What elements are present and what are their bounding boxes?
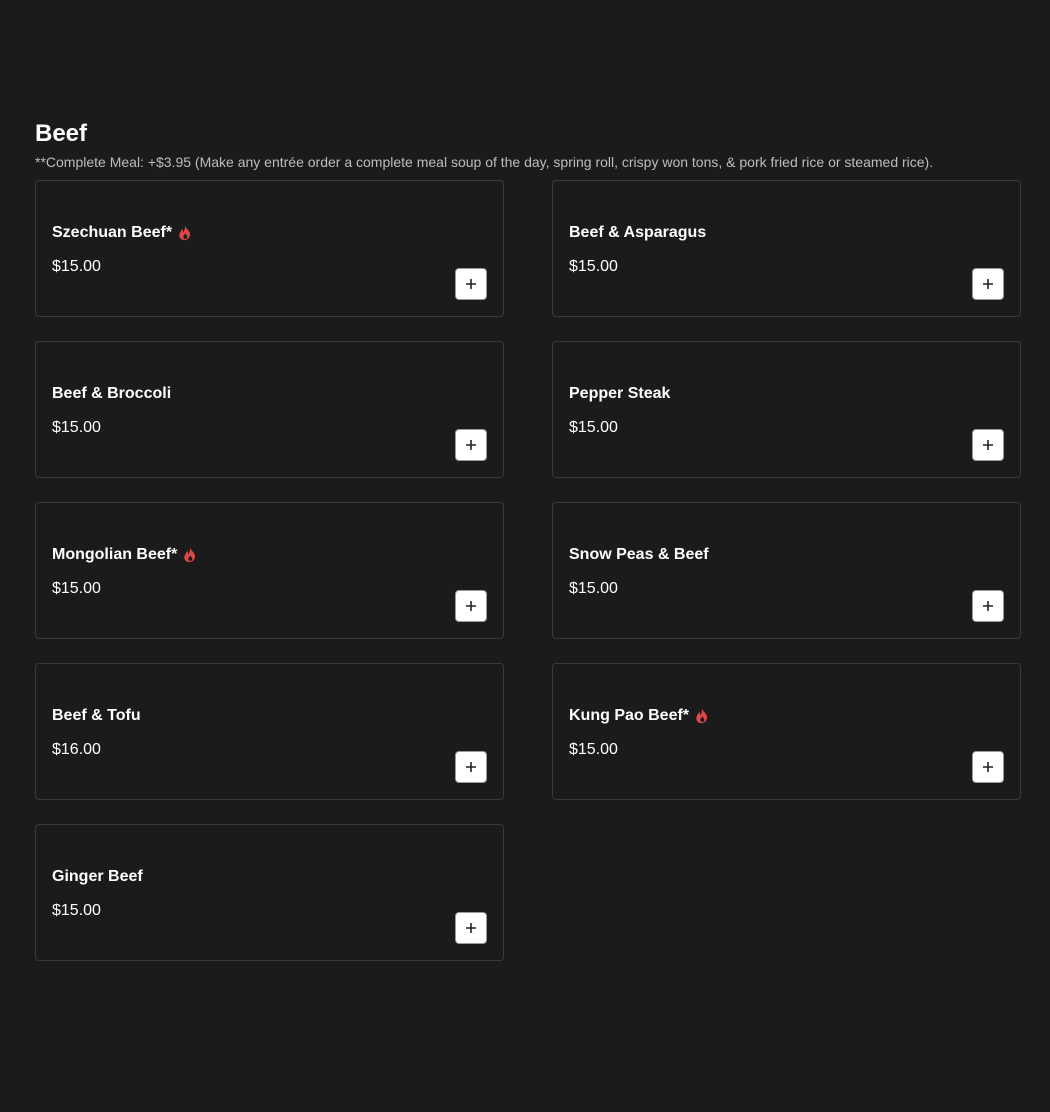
menu-item-name: Pepper Steak	[569, 385, 671, 402]
plus-icon	[466, 601, 476, 611]
menu-item-price: $15.00	[52, 258, 101, 275]
menu-item-card[interactable]: Snow Peas & Beef $15.00	[552, 502, 1021, 639]
menu-item-card[interactable]: Beef & Broccoli $15.00	[35, 341, 504, 478]
menu-item-title: Ginger Beef	[52, 867, 143, 887]
menu-item-name: Mongolian Beef*	[52, 546, 178, 563]
menu-item-title: Szechuan Beef*	[52, 223, 192, 243]
section-title: Beef	[35, 120, 88, 147]
add-to-cart-button[interactable]	[972, 268, 1004, 300]
add-to-cart-button[interactable]	[455, 429, 487, 461]
menu-item-title: Mongolian Beef*	[52, 545, 197, 565]
menu-item-title: Beef & Asparagus	[569, 223, 706, 243]
plus-icon	[466, 279, 476, 289]
add-to-cart-button[interactable]	[972, 429, 1004, 461]
add-to-cart-button[interactable]	[455, 590, 487, 622]
menu-item-card[interactable]: Ginger Beef $15.00	[35, 824, 504, 961]
menu-item-card[interactable]: Mongolian Beef* $15.00	[35, 502, 504, 639]
section-note: **Complete Meal: +$3.95 (Make any entrée…	[35, 154, 934, 170]
add-to-cart-button[interactable]	[455, 912, 487, 944]
plus-icon	[983, 440, 993, 450]
menu-item-title: Kung Pao Beef*	[569, 706, 709, 726]
menu-item-price: $15.00	[569, 258, 618, 275]
plus-icon	[983, 601, 993, 611]
fire-icon	[184, 547, 196, 563]
fire-icon	[179, 225, 191, 241]
add-to-cart-button[interactable]	[972, 590, 1004, 622]
plus-icon	[466, 923, 476, 933]
menu-item-card[interactable]: Pepper Steak $15.00	[552, 341, 1021, 478]
menu-item-price: $15.00	[52, 902, 101, 919]
menu-item-name: Beef & Asparagus	[569, 224, 707, 241]
add-to-cart-button[interactable]	[455, 751, 487, 783]
menu-item-name: Snow Peas & Beef	[569, 546, 709, 563]
menu-item-title: Pepper Steak	[569, 384, 670, 404]
menu-items-grid: Szechuan Beef* $15.00 Beef & Asparagus $…	[35, 180, 1021, 961]
menu-item-name: Beef & Broccoli	[52, 385, 172, 402]
menu-item-card[interactable]: Beef & Tofu $16.00	[35, 663, 504, 800]
menu-item-price: $15.00	[569, 580, 618, 597]
plus-icon	[983, 279, 993, 289]
menu-item-name: Szechuan Beef*	[52, 224, 173, 241]
menu-item-card[interactable]: Szechuan Beef* $15.00	[35, 180, 504, 317]
menu-item-title: Beef & Tofu	[52, 706, 141, 726]
menu-item-title: Snow Peas & Beef	[569, 545, 709, 565]
menu-item-name: Ginger Beef	[52, 868, 143, 885]
menu-item-price: $15.00	[52, 580, 101, 597]
menu-item-name: Kung Pao Beef*	[569, 707, 690, 724]
menu-section-beef: Beef **Complete Meal: +$3.95 (Make any e…	[35, 118, 1021, 961]
menu-item-name: Beef & Tofu	[52, 707, 141, 724]
menu-item-price: $15.00	[569, 419, 618, 436]
menu-item-price: $15.00	[569, 741, 618, 758]
add-to-cart-button[interactable]	[972, 751, 1004, 783]
add-to-cart-button[interactable]	[455, 268, 487, 300]
plus-icon	[466, 762, 476, 772]
menu-item-card[interactable]: Beef & Asparagus $15.00	[552, 180, 1021, 317]
plus-icon	[466, 440, 476, 450]
menu-item-title: Beef & Broccoli	[52, 384, 171, 404]
fire-icon	[696, 708, 708, 724]
plus-icon	[983, 762, 993, 772]
menu-item-price: $16.00	[52, 741, 101, 758]
menu-item-card[interactable]: Kung Pao Beef* $15.00	[552, 663, 1021, 800]
menu-item-price: $15.00	[52, 419, 101, 436]
